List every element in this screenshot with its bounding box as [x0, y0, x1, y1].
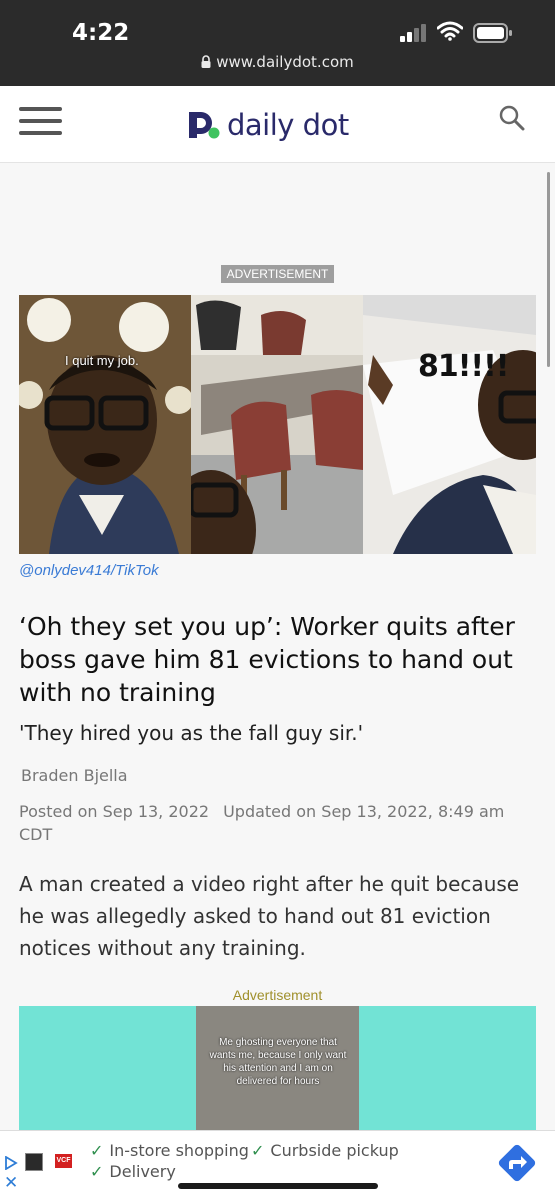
advertisement-label: ADVERTISEMENT: [221, 265, 334, 283]
ad-choices-icon[interactable]: [4, 1156, 18, 1170]
check-icon: ✓: [251, 1141, 265, 1160]
video-caption-count: 81!!!!: [418, 349, 509, 384]
video-caption: I quit my job.: [65, 353, 139, 368]
author-link[interactable]: Braden Bjella: [21, 766, 128, 785]
curbside-pickup: ✓ Curbside pickup: [251, 1141, 399, 1160]
daily-dot-logo-icon: [189, 112, 220, 139]
posted-date: Posted on Sep 13, 2022: [19, 802, 210, 821]
delivery: ✓ Delivery: [90, 1162, 176, 1181]
ad-overlay-text: Me ghosting everyone that wants me, beca…: [209, 1037, 347, 1087]
logo-text: daily dot: [227, 108, 349, 142]
in-store-shopping: ✓ In-store shopping: [90, 1141, 249, 1160]
store-logo-icon: [25, 1153, 43, 1171]
home-indicator[interactable]: [178, 1183, 378, 1189]
ad-video-frame: Me ghosting everyone that wants me, beca…: [196, 1006, 359, 1130]
url-text: www.dailydot.com: [216, 53, 354, 71]
directions-icon[interactable]: [493, 1139, 541, 1187]
man-selfie-illustration: [19, 295, 191, 554]
status-bar: 4:22 www.dailydot.com: [0, 0, 555, 86]
menu-icon[interactable]: [19, 107, 62, 137]
lock-icon: [201, 55, 211, 68]
search-icon[interactable]: [499, 105, 525, 131]
article-subhead: 'They hired you as the fall guy sir.': [19, 721, 364, 745]
check-icon: ✓: [90, 1141, 104, 1160]
site-logo[interactable]: daily dot: [187, 105, 349, 145]
signal-icon: [400, 24, 426, 42]
office-chairs-illustration: [191, 295, 363, 554]
brand-badge: VCF: [55, 1154, 72, 1168]
address-bar[interactable]: www.dailydot.com: [0, 53, 555, 71]
site-header: daily dot: [0, 86, 555, 163]
hero-image[interactable]: I quit my job. 81!!!!: [19, 295, 536, 554]
close-ad-icon[interactable]: ✕: [4, 1173, 18, 1193]
article-headline: ‘Oh they set you up’: Worker quits after…: [19, 612, 515, 707]
scrollbar[interactable]: [547, 172, 550, 367]
video-ad[interactable]: Me ghosting everyone that wants me, beca…: [19, 1006, 536, 1130]
eviction-papers-illustration: [363, 295, 536, 554]
article-dates: Posted on Sep 13, 2022 Updated on Sep 13,…: [19, 800, 539, 846]
check-icon: ✓: [90, 1162, 104, 1181]
hero-panel-right: 81!!!!: [363, 295, 536, 554]
article-body: A man created a video right after he qui…: [19, 872, 520, 960]
hero-panel-middle: [191, 295, 363, 554]
wifi-icon: [437, 21, 463, 41]
advertisement-label: Advertisement: [232, 987, 323, 1003]
hero-panel-left: I quit my job.: [19, 295, 191, 554]
clock: 4:22: [72, 20, 130, 46]
image-credit-link[interactable]: @onlydev414/TikTok: [19, 562, 159, 579]
battery-icon: [473, 23, 512, 43]
bottom-ad-banner[interactable]: ✕ VCF ✓ In-store shopping ✓ Curbside picku…: [0, 1130, 555, 1201]
